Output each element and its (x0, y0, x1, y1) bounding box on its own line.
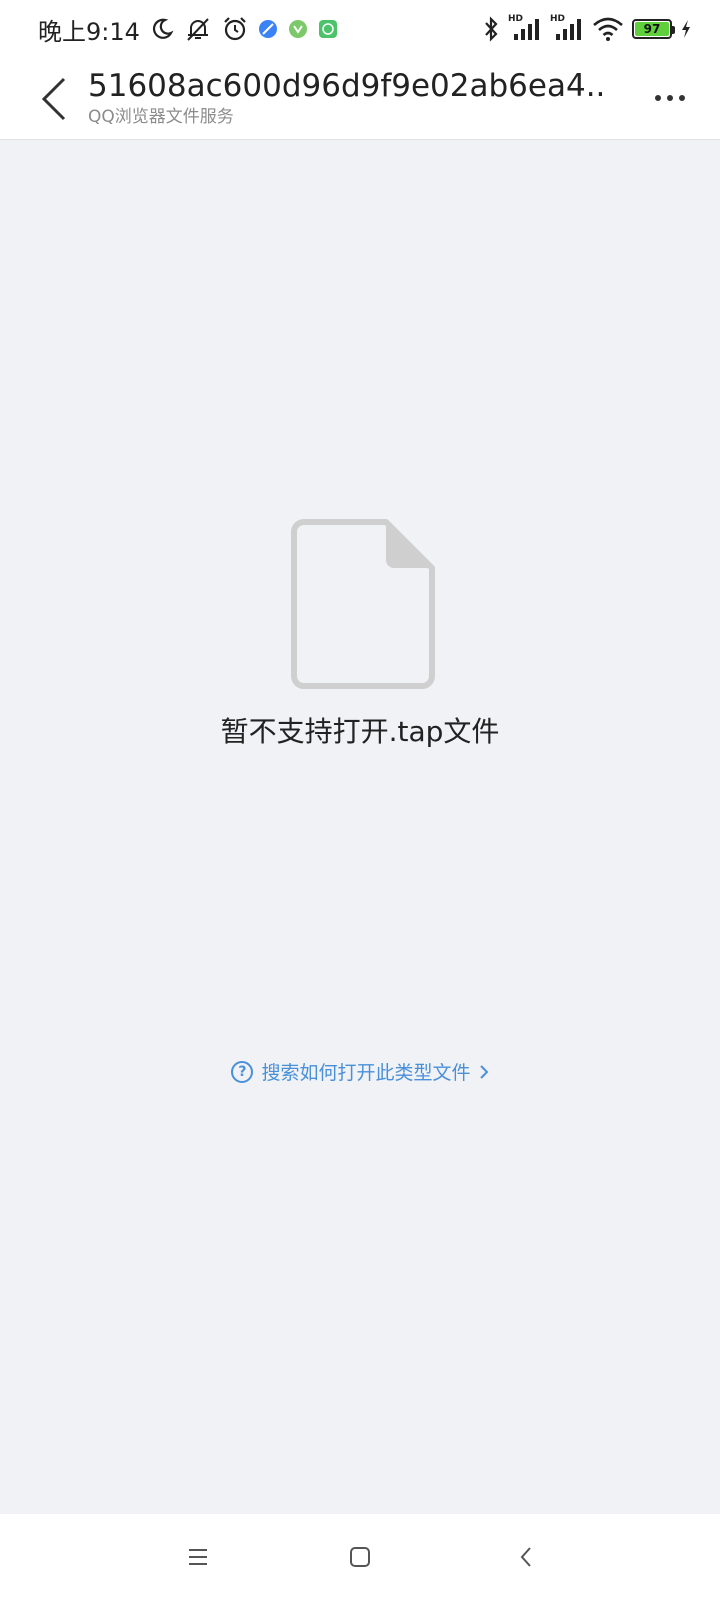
battery-level: 97 (635, 22, 669, 36)
help-link-label: 搜索如何打开此类型文件 (261, 1062, 471, 1084)
help-icon: ? (231, 1060, 254, 1083)
chevron-left-icon (41, 77, 66, 121)
alarm-icon (222, 16, 248, 42)
back-arrow-icon (520, 1547, 531, 1567)
home-button[interactable] (340, 1540, 380, 1574)
android-app-icon (318, 19, 338, 39)
menu-icon (189, 1549, 207, 1565)
signal-icon: HD (508, 14, 542, 42)
signal-icon: HD (550, 14, 584, 42)
search-how-to-open-link[interactable]: ? 搜索如何打开此类型文件 (0, 1058, 720, 1085)
more-dot (655, 95, 661, 101)
chevron-right-icon (479, 1064, 488, 1079)
browser-app-icon (258, 19, 278, 39)
status-bar: 晚上9:14 HD HD 97 (0, 0, 720, 58)
more-dot (679, 95, 685, 101)
more-dot (667, 95, 673, 101)
mute-icon (184, 16, 212, 42)
unsupported-file-message: 暂不支持打开.tap文件 (220, 715, 500, 748)
charging-icon (680, 19, 692, 39)
title-bar: 51608ac600d96d9f9e02ab6ea4... QQ浏览器文件服务 (0, 58, 720, 140)
bluetooth-icon (482, 16, 500, 42)
back-button[interactable] (32, 72, 76, 126)
more-options-button[interactable] (648, 80, 692, 116)
square-icon (350, 1547, 370, 1567)
system-back-button[interactable] (506, 1540, 546, 1574)
battery-icon: 97 (632, 19, 675, 39)
page-title: 51608ac600d96d9f9e02ab6ea4... (88, 68, 608, 104)
recent-apps-button[interactable] (178, 1540, 218, 1574)
system-navigation-bar (0, 1514, 720, 1600)
page-subtitle: QQ浏览器文件服务 (88, 107, 234, 127)
status-time: 晚上9:14 (38, 17, 140, 46)
moon-icon (150, 17, 174, 41)
wifi-icon (592, 16, 624, 42)
security-app-icon (288, 19, 308, 39)
file-icon (290, 518, 436, 690)
